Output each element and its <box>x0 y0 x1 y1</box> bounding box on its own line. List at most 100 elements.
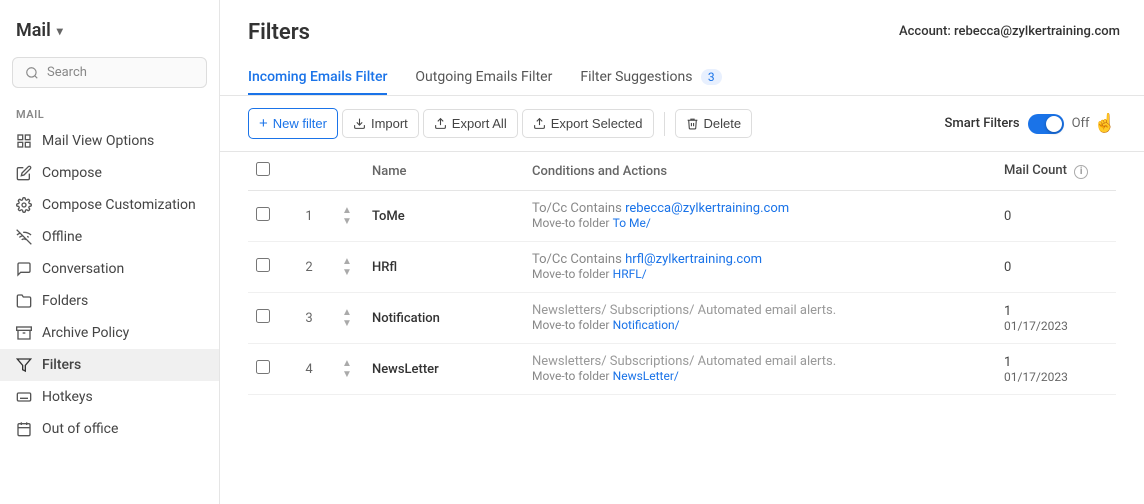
sidebar-item-out-of-office[interactable]: Out of office <box>0 413 219 445</box>
sidebar-item-filters[interactable]: Filters <box>0 349 219 381</box>
sidebar-item-label: Mail View Options <box>42 133 154 149</box>
search-icon <box>25 66 39 80</box>
off-label: Off <box>1072 116 1090 131</box>
sidebar-item-label: Conversation <box>42 261 124 277</box>
filters-table-wrapper: Name Conditions and Actions Mail Count i… <box>220 152 1144 504</box>
table-row: 2 ▲ ▼ HRfl To/Cc Contains hrfl@zylkertra… <box>248 242 1116 293</box>
col-header-num <box>284 152 334 191</box>
col-header-conditions: Conditions and Actions <box>524 152 996 191</box>
row-mail-count: 0 <box>996 191 1116 242</box>
archive-icon <box>16 325 32 341</box>
sidebar-item-label: Hotkeys <box>42 389 93 405</box>
delete-button[interactable]: Delete <box>675 109 753 138</box>
sidebar-item-conversation[interactable]: Conversation <box>0 253 219 285</box>
row-checkbox[interactable] <box>256 309 270 323</box>
sidebar-item-label: Offline <box>42 229 82 245</box>
row-checkbox[interactable] <box>256 258 270 272</box>
import-icon <box>353 117 366 130</box>
table-row: 1 ▲ ▼ ToMe To/Cc Contains rebecca@zylker… <box>248 191 1116 242</box>
sidebar-item-label: Folders <box>42 293 88 309</box>
sidebar-item-label: Filters <box>42 357 81 373</box>
row-mail-count: 1 01/17/2023 <box>996 293 1116 344</box>
sidebar-item-mail-view-options[interactable]: Mail View Options <box>0 125 219 157</box>
sidebar-item-offline[interactable]: Offline <box>0 221 219 253</box>
export-selected-icon <box>533 117 546 130</box>
col-header-check <box>248 152 284 191</box>
toolbar-separator <box>664 112 665 136</box>
tab-suggestions[interactable]: Filter Suggestions 3 <box>580 61 721 95</box>
search-label: Search <box>47 65 87 80</box>
sidebar-section-mail: MAIL <box>0 100 219 125</box>
sidebar-item-label: Compose <box>42 165 102 181</box>
row-order-arrows[interactable]: ▲ ▼ <box>334 293 364 344</box>
row-name: NewsLetter <box>364 344 524 395</box>
col-header-count: Mail Count i <box>996 152 1116 191</box>
hotkeys-icon <box>16 389 32 405</box>
export-all-button[interactable]: Export All <box>423 109 518 138</box>
sidebar-item-compose[interactable]: Compose <box>0 157 219 189</box>
conversation-icon <box>16 261 32 277</box>
mail-count-info-icon[interactable]: i <box>1074 165 1088 179</box>
export-selected-button[interactable]: Export Selected <box>522 109 654 138</box>
customization-icon <box>16 197 32 213</box>
row-number: 3 <box>284 293 334 344</box>
account-info: Account: rebecca@zylkertraining.com <box>899 24 1120 39</box>
search-box[interactable]: Search <box>12 57 207 88</box>
folders-icon <box>16 293 32 309</box>
row-checkbox[interactable] <box>256 207 270 221</box>
row-conditions: Newsletters/ Subscriptions/ Automated em… <box>524 293 996 344</box>
new-filter-button[interactable]: + New filter <box>248 108 338 139</box>
offline-icon <box>16 229 32 245</box>
row-checkbox[interactable] <box>256 360 270 374</box>
filters-table: Name Conditions and Actions Mail Count i… <box>248 152 1116 395</box>
row-number: 4 <box>284 344 334 395</box>
sidebar-item-compose-customization[interactable]: Compose Customization <box>0 189 219 221</box>
cursor-icon: ☝ <box>1094 113 1116 134</box>
app-title-text: Mail <box>16 20 51 41</box>
view-icon <box>16 133 32 149</box>
delete-icon <box>686 117 699 130</box>
select-all-checkbox[interactable] <box>256 162 270 176</box>
row-order-arrows[interactable]: ▲ ▼ <box>334 191 364 242</box>
col-header-name: Name <box>364 152 524 191</box>
sidebar-item-folders[interactable]: Folders <box>0 285 219 317</box>
row-mail-count: 1 01/17/2023 <box>996 344 1116 395</box>
row-order-arrows[interactable]: ▲ ▼ <box>334 344 364 395</box>
main-content: Account: rebecca@zylkertraining.com Filt… <box>220 0 1144 504</box>
row-conditions: To/Cc Contains rebecca@zylkertraining.co… <box>524 191 996 242</box>
row-name: HRfl <box>364 242 524 293</box>
row-number: 1 <box>284 191 334 242</box>
toolbar: + New filter Import Export All Export Se… <box>220 96 1144 152</box>
sidebar-item-label: Out of office <box>42 421 118 437</box>
row-number: 2 <box>284 242 334 293</box>
app-title[interactable]: Mail ▾ <box>0 12 219 57</box>
main-header: Filters Incoming Emails Filter Outgoing … <box>220 0 1144 96</box>
sidebar-item-hotkeys[interactable]: Hotkeys <box>0 381 219 413</box>
row-name: Notification <box>364 293 524 344</box>
smart-filters-toggle[interactable] <box>1028 114 1064 134</box>
sidebar-item-label: Archive Policy <box>42 325 129 341</box>
account-email: rebecca@zylkertraining.com <box>954 24 1120 39</box>
compose-icon <box>16 165 32 181</box>
row-name: ToMe <box>364 191 524 242</box>
sidebar-item-archive-policy[interactable]: Archive Policy <box>0 317 219 349</box>
tab-badge: 3 <box>701 69 722 85</box>
smart-filters-group: Smart Filters Off ☝ <box>945 113 1116 134</box>
row-mail-count: 0 <box>996 242 1116 293</box>
row-order-arrows[interactable]: ▲ ▼ <box>334 242 364 293</box>
tab-incoming[interactable]: Incoming Emails Filter <box>248 61 387 95</box>
out-of-office-icon <box>16 421 32 437</box>
chevron-down-icon: ▾ <box>57 24 63 38</box>
table-row: 3 ▲ ▼ Notification Newsletters/ Subscrip… <box>248 293 1116 344</box>
toggle-knob <box>1046 116 1062 132</box>
tab-outgoing[interactable]: Outgoing Emails Filter <box>415 61 552 95</box>
sidebar-item-label: Compose Customization <box>42 197 196 213</box>
smart-filters-label: Smart Filters <box>945 116 1020 131</box>
export-all-icon <box>434 117 447 130</box>
row-conditions: To/Cc Contains hrfl@zylkertraining.comMo… <box>524 242 996 293</box>
import-button[interactable]: Import <box>342 109 419 138</box>
tabs-bar: Incoming Emails Filter Outgoing Emails F… <box>248 61 1116 95</box>
account-label: Account: <box>899 24 951 39</box>
plus-icon: + <box>259 115 268 132</box>
table-row: 4 ▲ ▼ NewsLetter Newsletters/ Subscripti… <box>248 344 1116 395</box>
